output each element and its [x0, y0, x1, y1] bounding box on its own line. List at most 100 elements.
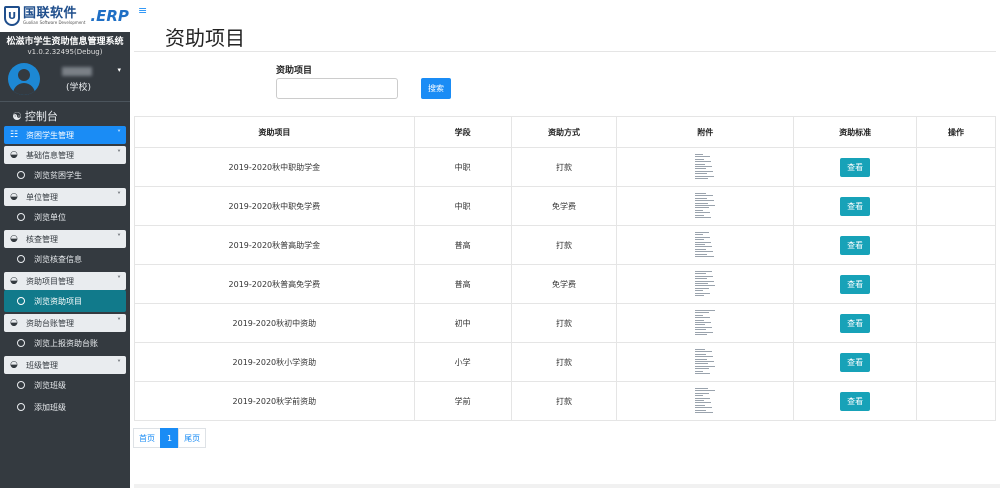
projects-table: 资助项目 学段 资助方式 附件 资助标准 操作 2019-2020秋中职助学金中…	[134, 116, 996, 421]
chevron-down-icon: ˅	[117, 359, 121, 368]
cell-standard: 查看	[793, 303, 918, 343]
attachment-thumbnail[interactable]	[692, 268, 718, 298]
last-page-link[interactable]: 尾页	[178, 428, 207, 448]
cell-project: 2019-2020秋初中资助	[134, 303, 415, 343]
attachment-thumbnail[interactable]	[692, 190, 718, 220]
sidebar-item-8[interactable]: 浏览资助项目	[4, 290, 126, 312]
view-button[interactable]: 查看	[840, 313, 871, 333]
cell-method: 打款	[510, 225, 618, 265]
sidebar-item-10[interactable]: 浏览上报资助台账	[4, 332, 126, 354]
brand-logo[interactable]: U 国联软件 Guolian Software Development .ERP	[0, 0, 130, 32]
cell-standard: 查看	[793, 225, 918, 265]
sidebar-item-label: 浏览资助项目	[34, 296, 82, 306]
cell-actions	[916, 303, 996, 343]
sidebar-group-3[interactable]: ◒ 单位管理 ˅	[4, 188, 126, 206]
cell-project: 2019-2020秋学前资助	[134, 381, 415, 421]
sidebar-item-13[interactable]: 添加班级	[4, 396, 126, 418]
palette-icon: ☯	[12, 109, 22, 123]
cell-stage: 中职	[413, 186, 512, 226]
table-row: 2019-2020秋中职免学费 中职 免学费 查看	[134, 186, 996, 226]
cell-actions	[916, 264, 996, 304]
view-button[interactable]: 查看	[840, 196, 871, 216]
table-row: 2019-2020秋学前资助 学前 打款 查看	[134, 381, 996, 421]
chevron-down-icon: ˅	[117, 129, 121, 138]
view-button[interactable]: 查看	[840, 352, 871, 372]
cell-attachment	[616, 381, 795, 421]
sidebar-item-12[interactable]: 浏览班级	[4, 374, 126, 396]
table-row: 2019-2020秋初中资助 初中 打款 查看	[134, 303, 996, 343]
sidebar-menu: ☷ 资困学生管理 ˅ ◒ 基础信息管理 ˅ 浏览贫困学生 ◒ 单位管理 ˅ 浏览单位 ◒ 核查管理 ˅ 浏览…	[0, 126, 130, 418]
sidebar-item-2[interactable]: 浏览贫困学生	[4, 164, 126, 186]
circle-icon	[17, 403, 25, 411]
page-title: 资助项目	[165, 26, 245, 50]
attachment-thumbnail[interactable]	[692, 346, 718, 376]
sidebar-group-7[interactable]: ◒ 资助项目管理 ˅	[4, 272, 126, 290]
sidebar-group-5[interactable]: ◒ 核查管理 ˅	[4, 230, 126, 248]
cell-stage: 普高	[413, 225, 512, 265]
sidebar: U 国联软件 Guolian Software Development .ERP…	[0, 0, 130, 488]
cell-project: 2019-2020秋普高助学金	[134, 225, 415, 265]
sidebar-group-0[interactable]: ☷ 资困学生管理 ˅	[4, 126, 126, 144]
sidebar-item-label: 浏览单位	[34, 212, 66, 222]
sidebar-item-label: 浏览贫困学生	[34, 170, 82, 180]
table-header-row: 资助项目 学段 资助方式 附件 资助标准 操作	[134, 116, 996, 148]
cell-actions	[916, 186, 996, 226]
sidebar-item-label: 浏览班级	[34, 380, 66, 390]
sidebar-group-label: 基础信息管理	[26, 150, 74, 160]
sidebar-item-console[interactable]: ☯ 控制台	[0, 102, 130, 124]
footer-divider	[134, 484, 1000, 488]
chevron-down-icon: ˅	[117, 275, 121, 284]
title-divider	[134, 51, 996, 52]
table-body: 2019-2020秋中职助学金 中职 打款 查看 2019-2020秋中职免学费 中职 免学…	[134, 147, 996, 421]
pagination: 首页 1 尾页	[133, 428, 207, 448]
console-label: 控制台	[24, 110, 58, 123]
cell-attachment	[616, 303, 795, 343]
search-input[interactable]	[276, 78, 398, 99]
attachment-thumbnail[interactable]	[692, 229, 718, 259]
cell-actions	[916, 342, 996, 382]
dashboard-icon: ◒	[10, 276, 18, 286]
cell-project: 2019-2020秋小学资助	[134, 342, 415, 382]
cell-attachment	[616, 186, 795, 226]
cell-method: 打款	[510, 147, 618, 187]
header-project: 资助项目	[134, 116, 415, 148]
avatar[interactable]	[8, 63, 40, 95]
search-button[interactable]: 搜索	[421, 78, 451, 99]
view-button[interactable]: 查看	[840, 391, 871, 411]
attachment-thumbnail[interactable]	[692, 385, 718, 415]
view-button[interactable]: 查看	[840, 274, 871, 294]
attachment-thumbnail[interactable]	[692, 151, 718, 181]
cell-attachment	[616, 264, 795, 304]
sidebar-group-9[interactable]: ◒ 资助台账管理 ˅	[4, 314, 126, 332]
sidebar-group-1[interactable]: ◒ 基础信息管理 ˅	[4, 146, 126, 164]
current-page[interactable]: 1	[160, 428, 180, 448]
circle-icon	[17, 339, 25, 347]
sidebar-group-label: 资助台账管理	[26, 318, 74, 328]
attachment-thumbnail[interactable]	[692, 307, 718, 337]
view-button[interactable]: 查看	[840, 157, 871, 177]
cell-standard: 查看	[793, 264, 918, 304]
view-button[interactable]: 查看	[840, 235, 871, 255]
dashboard-icon: ◒	[10, 150, 18, 160]
user-panel[interactable]: (学校) ▾	[0, 60, 130, 102]
dashboard-icon: ◒	[10, 318, 18, 328]
menu-toggle-icon[interactable]: ≡	[138, 4, 147, 17]
cell-stage: 普高	[413, 264, 512, 304]
cell-standard: 查看	[793, 342, 918, 382]
logo-cn-text: 国联软件	[23, 6, 78, 21]
cell-actions	[916, 381, 996, 421]
sidebar-group-11[interactable]: ◒ 班级管理 ˅	[4, 356, 126, 374]
sidebar-item-4[interactable]: 浏览单位	[4, 206, 126, 228]
cell-project: 2019-2020秋中职免学费	[134, 186, 415, 226]
sidebar-item-6[interactable]: 浏览核查信息	[4, 248, 126, 270]
chevron-down-icon: ˅	[117, 317, 121, 326]
cell-actions	[916, 147, 996, 187]
dashboard-icon: ◒	[10, 234, 18, 244]
cell-method: 打款	[510, 342, 618, 382]
cell-stage: 初中	[413, 303, 512, 343]
header-standard: 资助标准	[793, 116, 918, 148]
user-menu-caret-icon[interactable]: ▾	[117, 66, 121, 74]
header-attachment: 附件	[616, 116, 795, 148]
first-page-link[interactable]: 首页	[133, 428, 161, 448]
table-row: 2019-2020秋普高免学费 普高 免学费 查看	[134, 264, 996, 304]
